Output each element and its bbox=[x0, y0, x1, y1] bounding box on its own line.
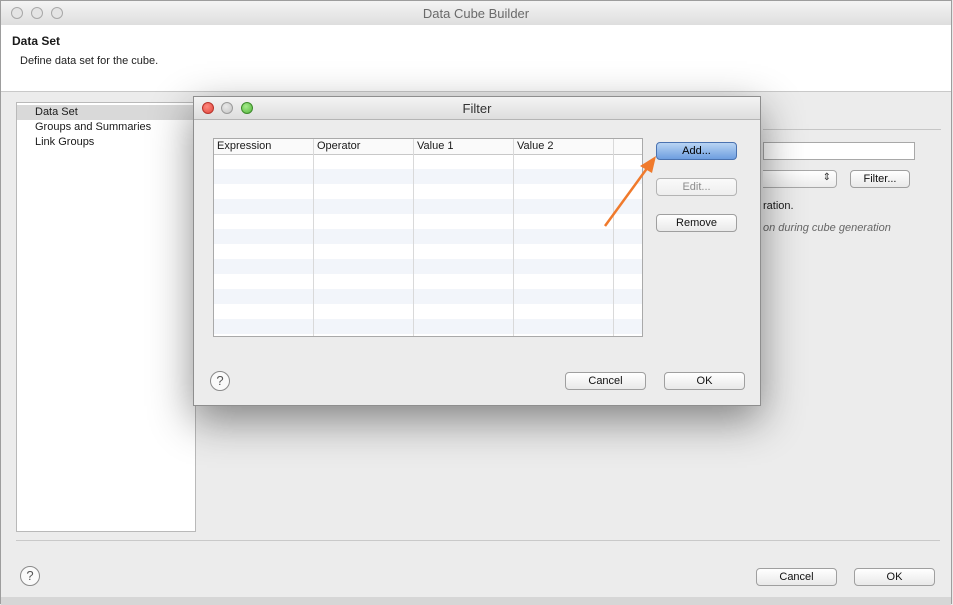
arrow-shaft bbox=[603, 166, 650, 227]
arrow-head bbox=[640, 156, 656, 173]
annotation-arrow-icon bbox=[603, 156, 656, 227]
